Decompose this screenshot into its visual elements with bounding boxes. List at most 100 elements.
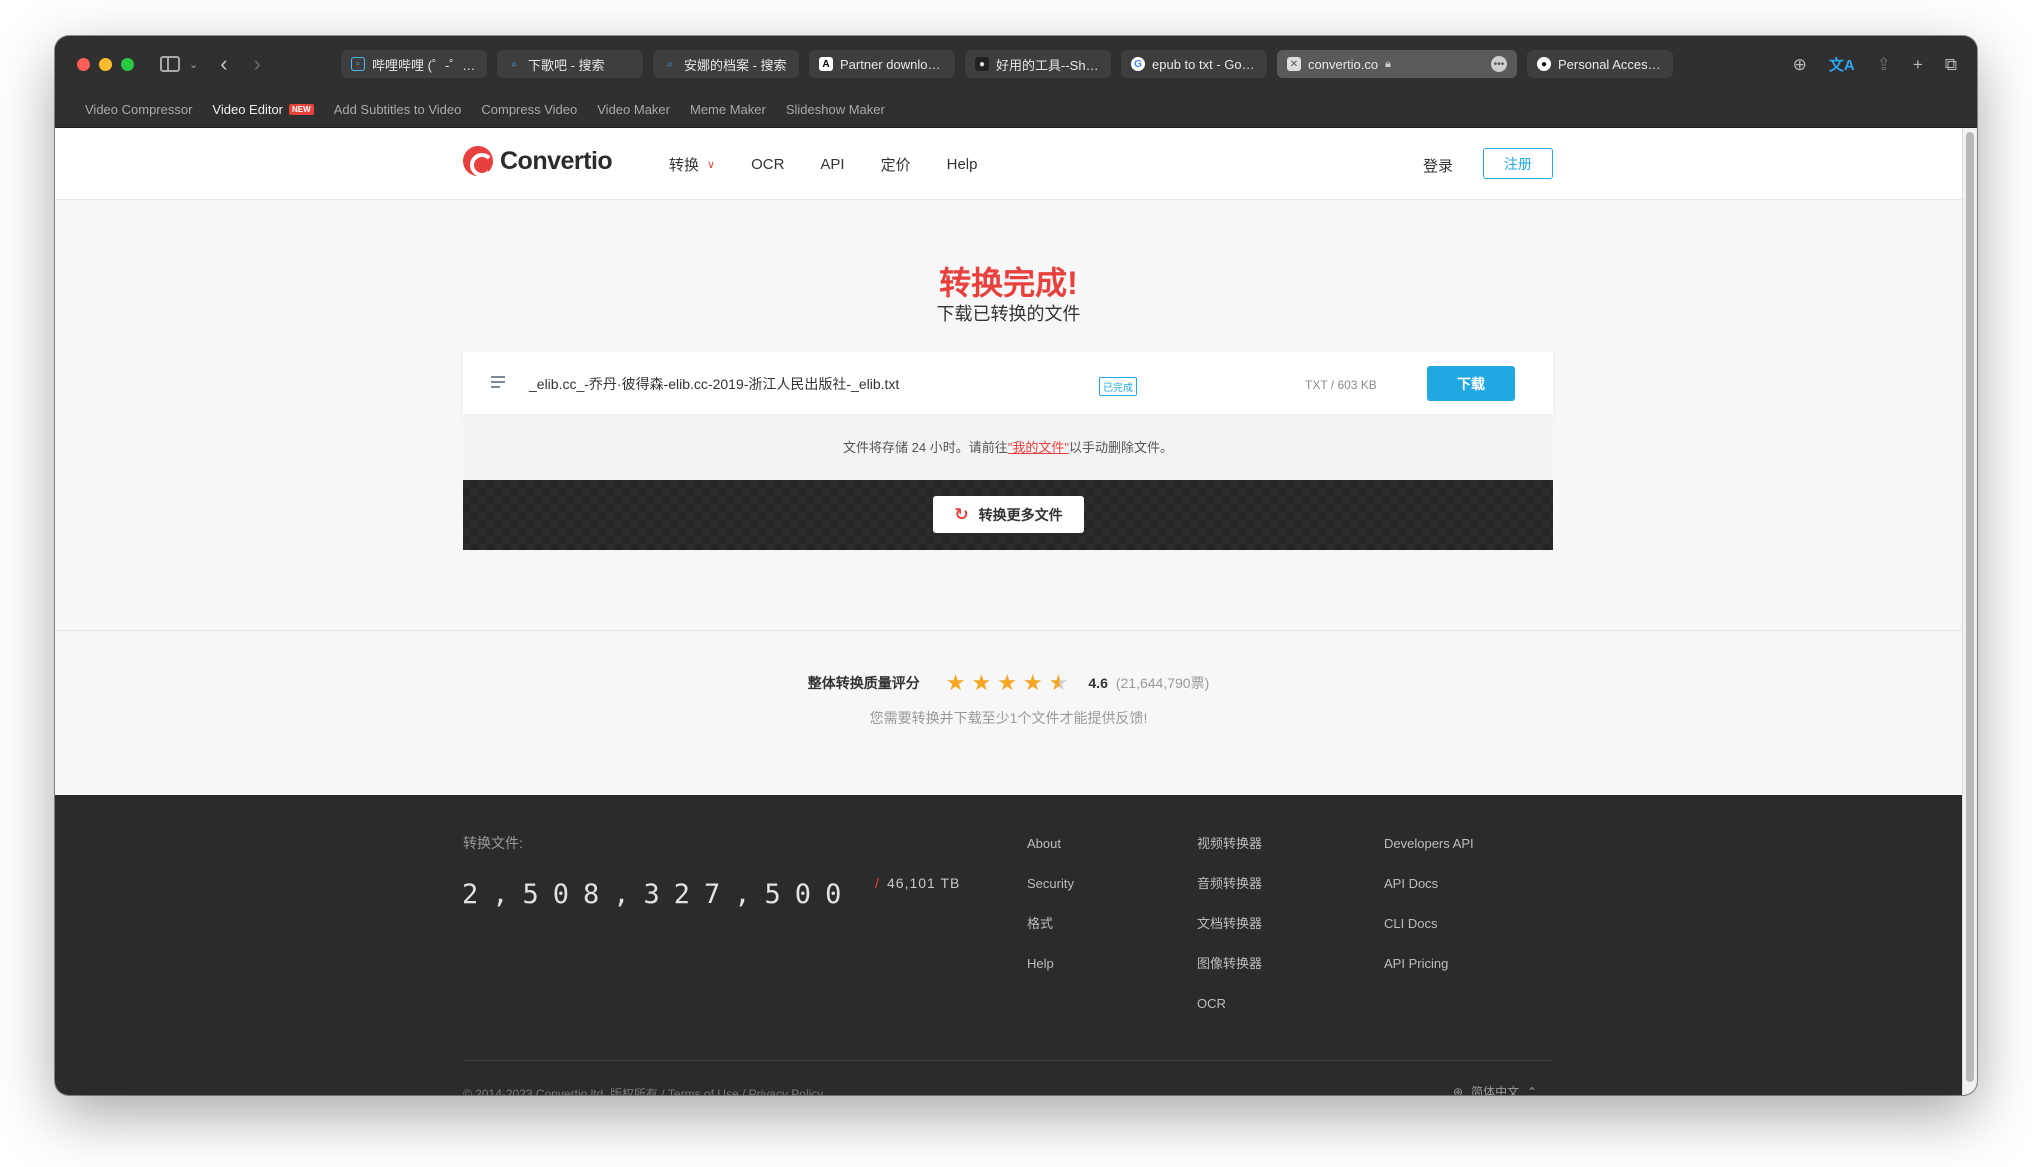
promo-link[interactable]: Video Editor NEW [212, 102, 314, 117]
nav-ocr[interactable]: OCR [751, 154, 784, 175]
close-window-button[interactable] [77, 57, 90, 71]
footer-link-video-converter[interactable]: 视频转换器 [1197, 835, 1262, 853]
browser-tab[interactable]: A Partner download… [809, 50, 955, 78]
forward-arrow-icon[interactable]: › [254, 51, 261, 77]
footer-link-image-converter[interactable]: 图像转换器 [1197, 955, 1262, 973]
a-logo-icon: A [819, 57, 833, 71]
zoom-window-button[interactable] [121, 57, 134, 71]
sidebar-toggle-icon[interactable] [160, 56, 180, 72]
section-divider [55, 630, 1962, 631]
logo-text: Convertio [500, 146, 613, 175]
scrollbar-thumb[interactable] [1966, 132, 1974, 1082]
translate-icon[interactable]: 文A [1829, 54, 1855, 75]
convert-more-label: 转换更多文件 [978, 506, 1063, 523]
web-viewport: Convertio 转换 ∨ OCR API 定价 Help 登录 注册 转换完成… [55, 128, 1962, 1095]
main-nav: 转换 ∨ OCR API 定价 Help [669, 154, 977, 175]
github-icon: ● [1537, 57, 1551, 71]
star-icon: ★ [997, 670, 1017, 695]
footer-link-audio-converter[interactable]: 音频转换器 [1197, 875, 1262, 893]
copyright-text: © 2014-2023 Convertio ltd. 版权所有 / Terms … [463, 1087, 824, 1095]
tab-strip: ▫ 哔哩哔哩 (゜-゜)… ⌕ 下歌吧 - 搜索 ⌕ 安娜的档案 - 搜索 A … [341, 50, 1673, 78]
promo-label: Video Editor [212, 102, 284, 117]
footer-link-help[interactable]: Help [1027, 955, 1074, 973]
browser-window: ⌄ ‹ › ▫ 哔哩哔哩 (゜-゜)… ⌕ 下歌吧 - 搜索 ⌕ 安娜的档案 -… [55, 36, 1977, 1095]
tab-label: Personal Access… [1558, 56, 1663, 72]
site-header: Convertio 转换 ∨ OCR API 定价 Help 登录 注册 [55, 128, 1962, 200]
back-arrow-icon[interactable]: ‹ [220, 51, 227, 77]
notice-text: 文件将存储 24 小时。请前往 [843, 440, 1008, 455]
footer-column-converters: 视频转换器 音频转换器 文档转换器 图像转换器 OCR [1197, 835, 1262, 1013]
more-icon[interactable]: ••• [1491, 56, 1507, 72]
convert-more-bar: ↻ 转换更多文件 [463, 480, 1553, 550]
page-scrollbar[interactable] [1962, 128, 1977, 1095]
notice-text: 以手动删除文件。 [1068, 440, 1173, 455]
footer-link-cli-docs[interactable]: CLI Docs [1384, 915, 1474, 933]
promo-link[interactable]: Video Compressor [85, 102, 192, 117]
downloads-icon[interactable]: ⊕ [1793, 55, 1807, 75]
promo-link[interactable]: Meme Maker [690, 102, 766, 117]
download-button[interactable]: 下载 [1427, 366, 1515, 401]
google-icon: G [1131, 57, 1145, 71]
footer-column-developers: Developers API API Docs CLI Docs API Pri… [1384, 835, 1474, 973]
promo-bar: Video Compressor Video Editor NEW Add Sub… [55, 92, 1977, 128]
converted-file-row: _elib.cc_-乔丹·彼得森-elib.cc-2019-浙江人民出版社-_e… [463, 352, 1553, 415]
mask-icon: ● [975, 57, 989, 71]
footer-link-about[interactable]: About [1027, 835, 1074, 853]
browser-tab[interactable]: ● 好用的工具--Sho… [965, 50, 1111, 78]
promo-link[interactable]: Video Maker [597, 102, 670, 117]
new-tab-icon[interactable]: + [1913, 55, 1923, 75]
browser-tab[interactable]: ● Personal Access… [1527, 50, 1673, 78]
browser-tab[interactable]: G epub to txt - Goo… [1121, 50, 1267, 78]
footer-link-api-docs[interactable]: API Docs [1384, 875, 1474, 893]
footer-link-formats[interactable]: 格式 [1027, 915, 1074, 933]
browser-tab-active[interactable]: ✕ convertio.co 🔒︎ ••• [1277, 50, 1517, 78]
tab-overview-icon[interactable]: ⧉ [1945, 55, 1957, 75]
convertio-logo[interactable]: Convertio [463, 146, 613, 177]
chevron-down-icon[interactable]: ⌄ [189, 58, 198, 71]
globe-icon: ⊕ [1453, 1084, 1464, 1096]
promo-link[interactable]: Add Subtitles to Video [334, 102, 462, 117]
star-icon: ★ [945, 670, 966, 695]
promo-link[interactable]: Compress Video [481, 102, 577, 117]
footer-link-ocr[interactable]: OCR [1197, 995, 1262, 1013]
rating-label: 整体转换质量评分 [807, 675, 920, 691]
site-footer: 转换文件: 2,508,327,500 / 46,101 TB About Se… [55, 795, 1962, 1095]
footer-link-developers-api[interactable]: Developers API [1384, 835, 1474, 853]
rating-row: 整体转换质量评分 ★ ★ ★ ★ ★ 4.6 (21,644,790票) [55, 672, 1962, 694]
convert-more-button[interactable]: ↻ 转换更多文件 [933, 496, 1084, 533]
browser-tab[interactable]: ⌕ 安娜的档案 - 搜索 [653, 50, 799, 78]
footer-divider [463, 1060, 1553, 1061]
language-label: 简体中文 [1471, 1085, 1520, 1095]
storage-notice: 文件将存储 24 小时。请前往"我的文件"以手动删除文件。 [463, 415, 1553, 480]
tab-label: 下歌吧 - 搜索 [528, 57, 605, 73]
footer-link-security[interactable]: Security [1027, 875, 1074, 893]
stats-volume: 46,101 TB [887, 875, 961, 891]
minimize-window-button[interactable] [99, 57, 112, 71]
text-file-icon [491, 376, 505, 391]
convertio-logo-icon [463, 146, 494, 177]
nav-convert[interactable]: 转换 ∨ [669, 154, 715, 175]
nav-label: API [820, 156, 845, 173]
promo-link[interactable]: Slideshow Maker [786, 102, 885, 117]
footer-link-api-pricing[interactable]: API Pricing [1384, 955, 1474, 973]
search-icon: ⌕ [667, 58, 673, 70]
chevron-down-icon: ∨ [707, 159, 716, 171]
rating-note: 您需要转换并下载至少1个文件才能提供反馈! [869, 710, 1148, 726]
my-files-link[interactable]: "我的文件" [1008, 440, 1069, 455]
nav-label: Help [946, 156, 978, 173]
promo-label: Meme Maker [690, 102, 766, 117]
language-selector[interactable]: ⊕ 简体中文 ⌃ [1453, 1083, 1537, 1096]
window-controls [77, 57, 134, 71]
nav-help[interactable]: Help [947, 154, 978, 175]
browser-tab[interactable]: ⌕ 下歌吧 - 搜索 [497, 50, 643, 78]
search-icon: ⌕ [511, 58, 517, 70]
signup-button[interactable]: 注册 [1483, 148, 1553, 179]
browser-tab[interactable]: ▫ 哔哩哔哩 (゜-゜)… [341, 50, 487, 78]
nav-pricing[interactable]: 定价 [881, 154, 911, 175]
file-size: TXT / 603 KB [1305, 378, 1377, 392]
login-link[interactable]: 登录 [1423, 155, 1453, 176]
share-icon[interactable]: ⇪ [1877, 55, 1891, 75]
nav-api[interactable]: API [820, 154, 844, 175]
star-icon: ★ [1022, 670, 1043, 695]
footer-link-document-converter[interactable]: 文档转换器 [1197, 915, 1262, 933]
